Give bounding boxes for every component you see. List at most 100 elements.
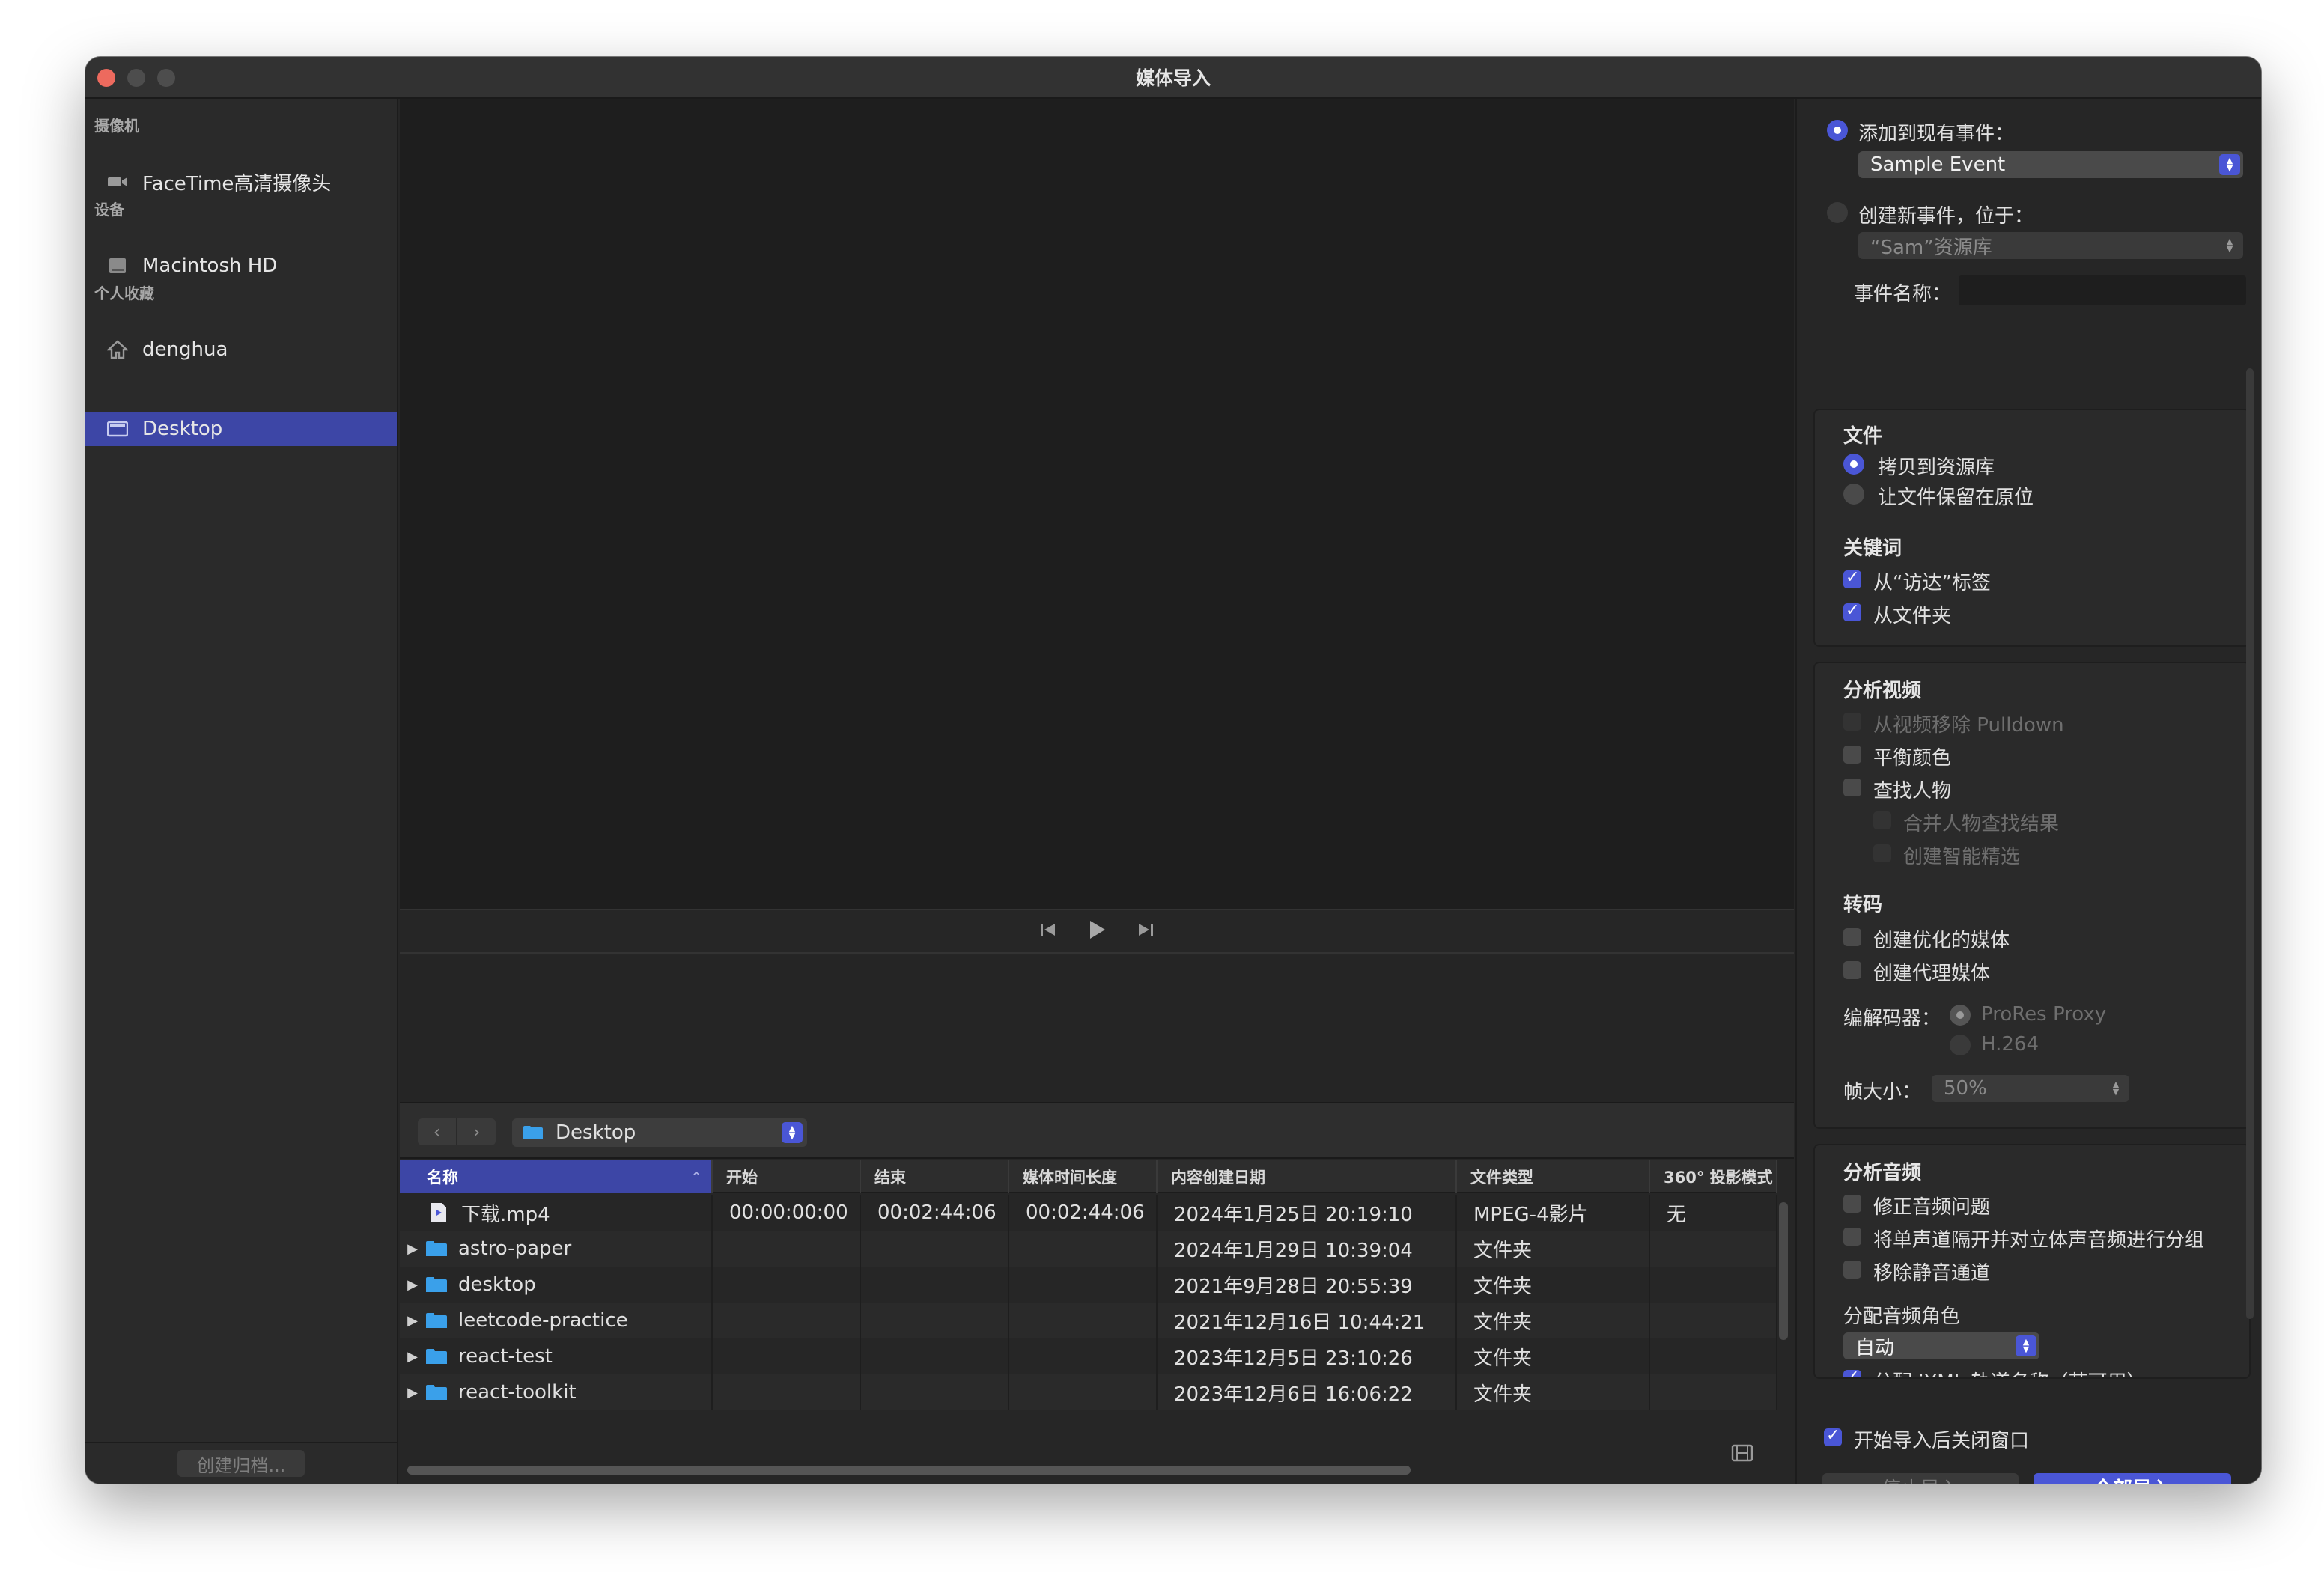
home-icon	[106, 340, 129, 359]
close-after-import-checkbox[interactable]	[1824, 1426, 1842, 1446]
files-keywords-group: 文件 拷贝到资源库 让文件保留在原位 关键词 从“访达”标签 从文件夹	[1813, 409, 2251, 647]
sidebar-item-desktop[interactable]: Desktop	[85, 412, 397, 446]
add-existing-event-radio[interactable]	[1827, 120, 1848, 141]
existing-event-popup[interactable]: Sample Event ▲ ▼	[1858, 151, 2243, 178]
forward-icon[interactable]: ›	[456, 1118, 496, 1145]
folder-icon	[426, 1241, 447, 1256]
chevron-updown-icon: ▲ ▼	[782, 1122, 803, 1143]
table-row[interactable]: ▶ react-test 2023年12月5日 23:10:26 文件夹	[400, 1338, 1777, 1374]
codec-prores-radio[interactable]	[1950, 1005, 1971, 1026]
back-icon[interactable]: ‹	[418, 1118, 456, 1145]
chevron-updown-icon: ▲ ▼	[2016, 1335, 2036, 1356]
frame-size-label: 帧大小：	[1843, 1081, 1922, 1103]
event-name-label: 事件名称：	[1854, 283, 1952, 305]
add-existing-event-label: 添加到现有事件：	[1858, 123, 2015, 145]
sort-ascending-icon: ^	[692, 1171, 701, 1183]
filmstrip-toggle-icon[interactable]	[1731, 1443, 1753, 1463]
sidebar-item-macintosh-hd[interactable]: Macintosh HD	[85, 249, 397, 283]
column-duration[interactable]: 媒体时间长度	[1009, 1160, 1158, 1193]
transport-controls	[400, 909, 1794, 954]
table-vertical-scrollbar[interactable]	[1779, 1202, 1788, 1340]
play-icon[interactable]	[1087, 919, 1107, 943]
column-start[interactable]: 开始	[713, 1160, 861, 1193]
find-people-checkbox[interactable]	[1843, 779, 1861, 796]
sidebar-item-denghua[interactable]: denghua	[85, 332, 397, 367]
leave-in-place-radio[interactable]	[1843, 484, 1864, 505]
column-projection[interactable]: 360° 投影模式	[1650, 1160, 1777, 1193]
analyze-audio-group: 分析音频 修正音频问题 将单声道隔开并对立体声音频进行分组 移除静音通道 分配音…	[1813, 1144, 2251, 1379]
copy-to-library-radio[interactable]	[1843, 454, 1864, 475]
table-row[interactable]: ▶ react-toolkit 2023年12月6日 16:06:22 文件夹	[400, 1374, 1777, 1410]
close-after-import-label: 开始导入后关闭窗口	[1854, 1430, 2030, 1452]
disclosure-triangle-icon[interactable]: ▶	[400, 1313, 425, 1329]
import-options-panel: 添加到现有事件： Sample Event ▲ ▼ 创建新事件，位于： “Sam”…	[1795, 99, 2261, 1484]
remove-pulldown-checkbox[interactable]	[1843, 713, 1861, 731]
optimized-media-checkbox[interactable]	[1843, 928, 1861, 946]
skip-forward-icon[interactable]	[1137, 922, 1155, 941]
codec-h264-radio[interactable]	[1950, 1035, 1971, 1055]
event-name-field[interactable]	[1959, 275, 2246, 305]
finder-tags-checkbox[interactable]	[1843, 568, 1861, 588]
consolidate-people-label: 合并人物查找结果	[1903, 813, 2060, 835]
fix-audio-checkbox[interactable]	[1843, 1195, 1861, 1213]
codec-label: 编解码器：	[1843, 1008, 1941, 1030]
filmstrip-area	[400, 955, 1794, 1102]
table-row[interactable]: 下载.mp4 00:00:00:00 00:02:44:06 00:02:44:…	[400, 1195, 1777, 1231]
movie-file-icon	[431, 1203, 446, 1222]
sidebar: 摄像机 FaceTime高清摄像头 设备 Macintosh HD 个人收藏 d…	[85, 99, 398, 1484]
chevron-updown-icon: ▲ ▼	[2112, 1079, 2120, 1097]
disclosure-triangle-icon[interactable]: ▶	[400, 1385, 425, 1401]
folder-popup[interactable]: Desktop ▲ ▼	[512, 1118, 807, 1147]
table-row[interactable]: ▶ desktop 2021年9月28日 20:55:39 文件夹	[400, 1267, 1777, 1303]
proxy-media-checkbox[interactable]	[1843, 961, 1861, 979]
folders-checkbox[interactable]	[1843, 601, 1861, 621]
column-name[interactable]: 名称 ^	[400, 1160, 713, 1193]
sidebar-footer: 创建归档...	[85, 1442, 397, 1484]
library-popup[interactable]: “Sam”资源库 ▲ ▼	[1858, 232, 2243, 259]
column-type[interactable]: 文件类型	[1457, 1160, 1650, 1193]
chevron-updown-icon: ▲ ▼	[2226, 237, 2233, 254]
media-table: 名称 ^ 开始 结束 媒体时间长度 内容创建日期 文件类型 360° 投影模式 下…	[400, 1160, 1794, 1484]
folder-icon	[426, 1349, 447, 1364]
stop-import-button[interactable]: 停止导入	[1822, 1473, 2019, 1484]
skip-back-icon[interactable]	[1039, 922, 1057, 941]
disclosure-triangle-icon[interactable]: ▶	[400, 1241, 425, 1257]
close-window-button[interactable]	[97, 69, 115, 87]
disclosure-triangle-icon[interactable]: ▶	[400, 1349, 425, 1365]
title-bar: 媒体导入	[85, 57, 2261, 99]
ixml-label: 分配 iXML 轨道名称（若可用）	[1873, 1367, 2146, 1377]
table-horizontal-scrollbar[interactable]	[407, 1466, 1411, 1475]
frame-size-popup[interactable]: 50% ▲ ▼	[1932, 1075, 2129, 1102]
sidebar-item-facetime-camera[interactable]: FaceTime高清摄像头	[85, 165, 397, 199]
optimized-media-label: 创建优化的媒体	[1873, 930, 2010, 952]
window-controls	[97, 69, 175, 87]
minimize-window-button[interactable]	[127, 69, 145, 87]
assign-roles-label: 分配音频角色	[1843, 1306, 1961, 1328]
options-scrollbar[interactable]	[2246, 368, 2254, 1319]
separate-mono-checkbox[interactable]	[1843, 1228, 1861, 1246]
table-row[interactable]: ▶ leetcode-practice 2021年12月16日 10:44:21…	[400, 1303, 1777, 1338]
smart-collections-checkbox[interactable]	[1873, 844, 1891, 862]
keywords-heading: 关键词	[1843, 537, 1902, 560]
table-row[interactable]: ▶ astro-paper 2024年1月29日 10:39:04 文件夹	[400, 1231, 1777, 1267]
remove-pulldown-label: 从视频移除 Pulldown	[1873, 714, 2064, 737]
remove-silent-label: 移除静音通道	[1873, 1262, 1991, 1285]
maximize-window-button[interactable]	[157, 69, 175, 87]
create-new-event-radio[interactable]	[1827, 202, 1848, 223]
ixml-checkbox[interactable]	[1843, 1368, 1861, 1377]
sidebar-section-favorites: 个人收藏	[94, 284, 154, 302]
column-end[interactable]: 结束	[861, 1160, 1009, 1193]
create-new-event-label: 创建新事件，位于：	[1858, 205, 2034, 228]
nav-buttons: ‹ ›	[418, 1118, 496, 1145]
desktop-icon	[106, 419, 129, 439]
create-archive-button[interactable]: 创建归档...	[177, 1450, 305, 1477]
column-created[interactable]: 内容创建日期	[1158, 1160, 1457, 1193]
disclosure-triangle-icon[interactable]: ▶	[400, 1277, 425, 1293]
balance-color-checkbox[interactable]	[1843, 746, 1861, 764]
browser-toolbar: ‹ › Desktop ▲ ▼	[400, 1102, 1794, 1159]
consolidate-people-checkbox[interactable]	[1873, 811, 1891, 829]
remove-silent-checkbox[interactable]	[1843, 1261, 1861, 1279]
audio-role-popup[interactable]: 自动 ▲ ▼	[1843, 1332, 2039, 1359]
import-all-button[interactable]: 全部导入	[2034, 1473, 2231, 1484]
proxy-media-label: 创建代理媒体	[1873, 963, 1991, 985]
